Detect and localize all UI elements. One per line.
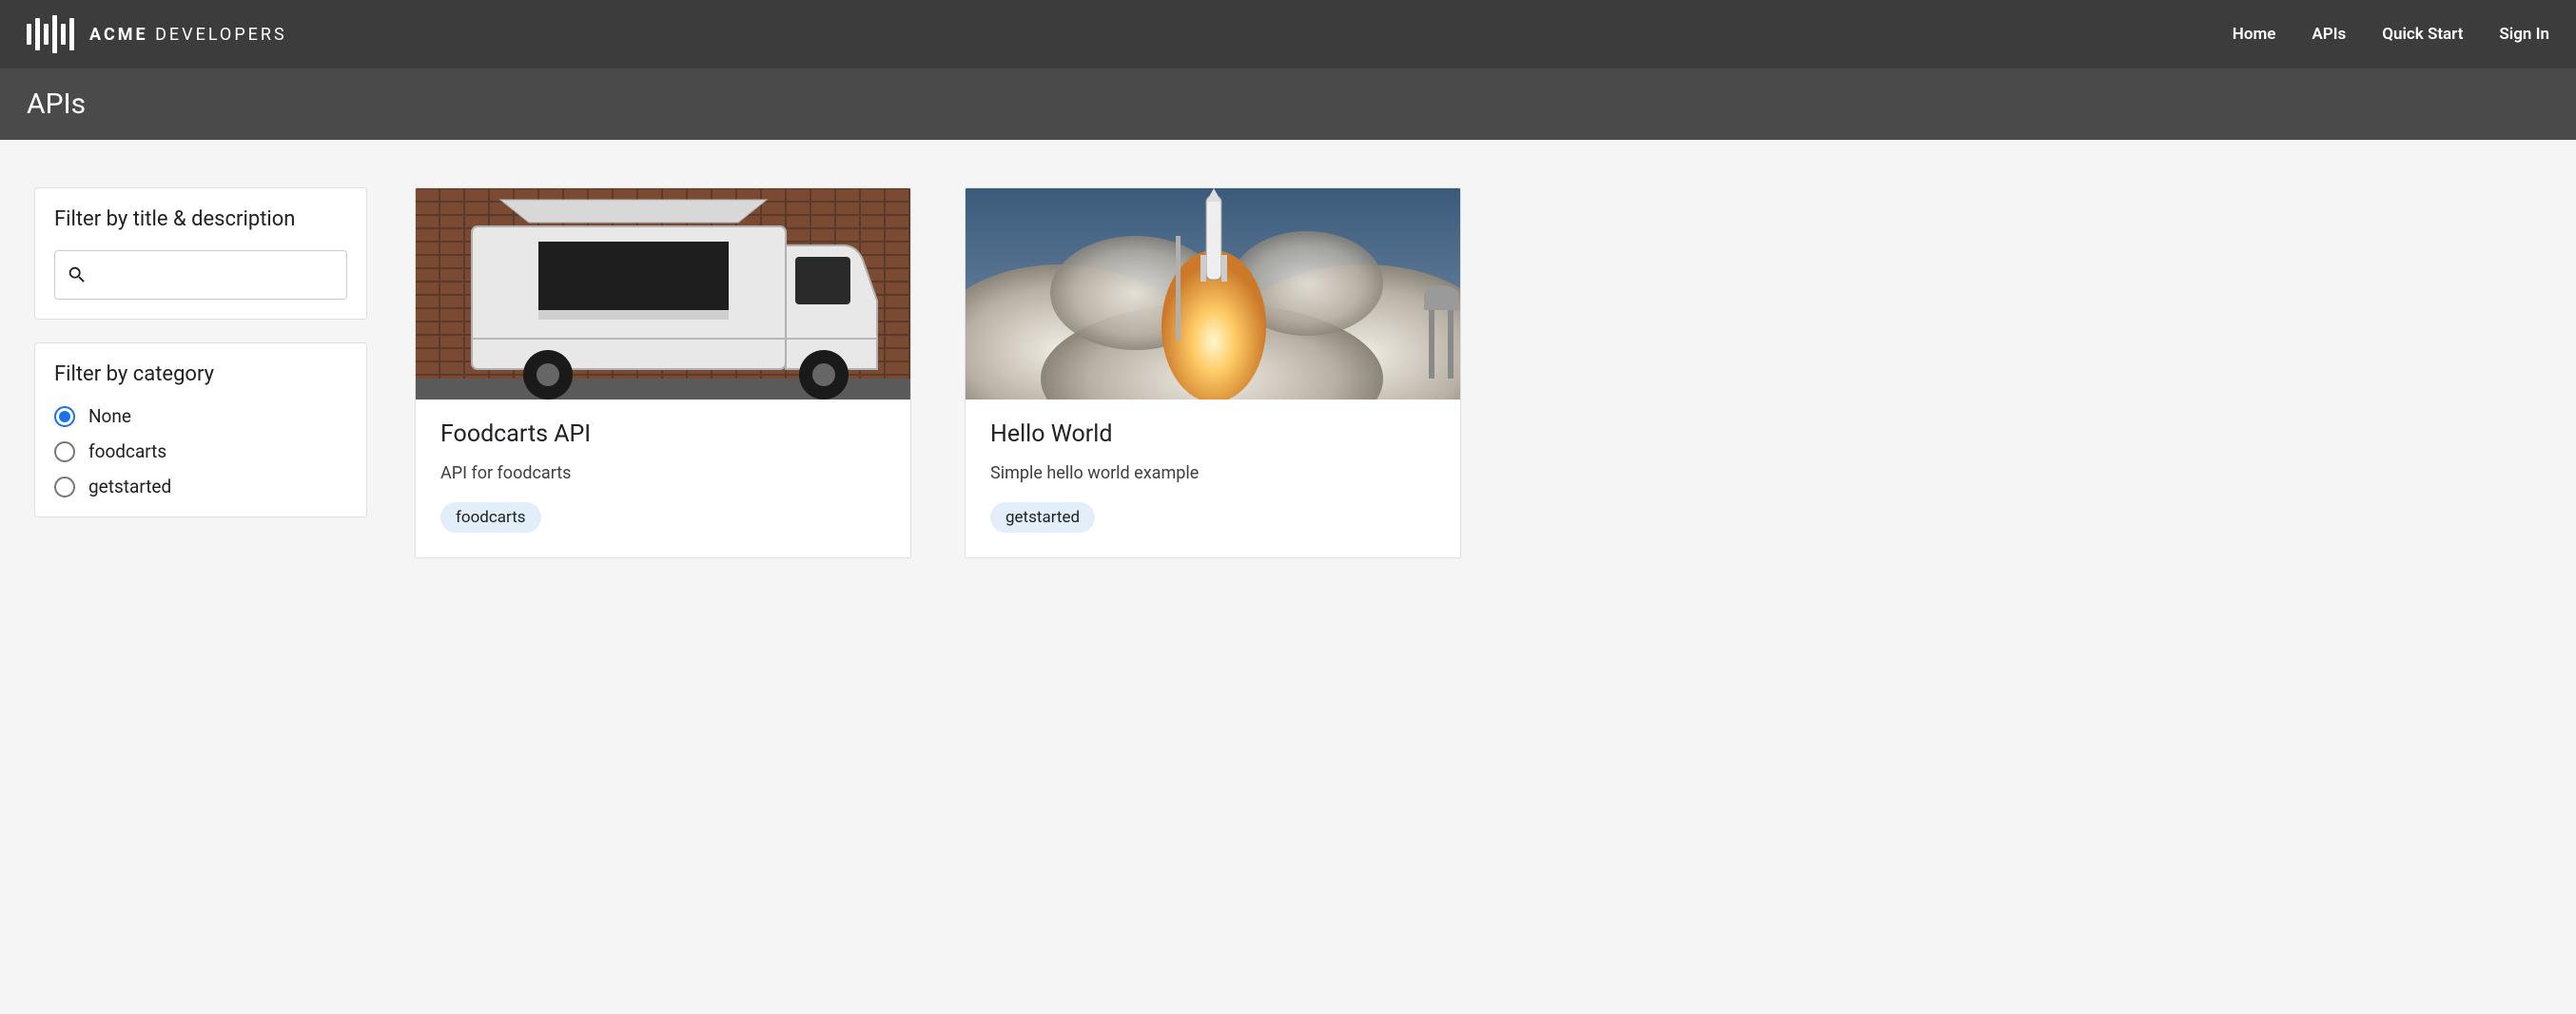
category-radio-foodcarts[interactable]: foodcarts — [54, 440, 347, 462]
nav-sign-in[interactable]: Sign In — [2499, 25, 2549, 44]
nav-apis[interactable]: APIs — [2312, 25, 2346, 44]
category-radio-getstarted[interactable]: getstarted — [54, 476, 347, 497]
radio-label: getstarted — [88, 476, 171, 497]
card-title: Hello World — [990, 420, 1435, 448]
api-card-foodcarts[interactable]: Foodcarts API API for foodcarts foodcart… — [415, 187, 911, 558]
brand-bold: ACME — [89, 25, 148, 45]
filter-text-title: Filter by title & description — [54, 207, 347, 231]
radio-label: None — [88, 405, 131, 427]
page-subheader: APIs — [0, 68, 2576, 140]
card-body: Foodcarts API API for foodcarts foodcart… — [416, 400, 910, 557]
radio-icon — [54, 441, 75, 462]
card-title: Foodcarts API — [440, 420, 886, 448]
card-description: API for foodcarts — [440, 463, 886, 483]
card-tag[interactable]: foodcarts — [440, 502, 541, 533]
main-content: Filter by title & description Filter by … — [0, 140, 2576, 606]
logo-bars-icon — [27, 15, 74, 53]
category-radio-none[interactable]: None — [54, 405, 347, 427]
brand-text: ACME DEVELOPERS — [89, 25, 287, 45]
brand-logo[interactable]: ACME DEVELOPERS — [27, 15, 287, 53]
filter-sidebar: Filter by title & description Filter by … — [34, 187, 367, 558]
category-list: None foodcarts getstarted — [54, 405, 347, 497]
api-card-hello-world[interactable]: Hello World Simple hello world example g… — [965, 187, 1461, 558]
api-card-grid: Foodcarts API API for foodcarts foodcart… — [415, 187, 2542, 558]
page-title: APIs — [27, 88, 2549, 121]
card-image-rocket — [966, 188, 1460, 400]
search-field-wrapper[interactable] — [54, 250, 347, 300]
brand-light: DEVELOPERS — [155, 25, 287, 45]
nav-quick-start[interactable]: Quick Start — [2382, 25, 2463, 44]
card-tag[interactable]: getstarted — [990, 502, 1095, 533]
nav-home[interactable]: Home — [2233, 25, 2276, 44]
filter-text-panel: Filter by title & description — [34, 187, 367, 320]
primary-nav: Home APIs Quick Start Sign In — [2233, 25, 2549, 44]
search-input[interactable] — [97, 266, 335, 283]
filter-category-panel: Filter by category None foodcarts getsta… — [34, 342, 367, 517]
card-body: Hello World Simple hello world example g… — [966, 400, 1460, 557]
search-icon — [67, 264, 88, 285]
radio-icon — [54, 406, 75, 427]
card-description: Simple hello world example — [990, 463, 1435, 483]
radio-icon — [54, 477, 75, 497]
card-image-foodtruck — [416, 188, 910, 400]
radio-label: foodcarts — [88, 440, 166, 462]
top-navbar: ACME DEVELOPERS Home APIs Quick Start Si… — [0, 0, 2576, 68]
filter-category-title: Filter by category — [54, 362, 347, 386]
